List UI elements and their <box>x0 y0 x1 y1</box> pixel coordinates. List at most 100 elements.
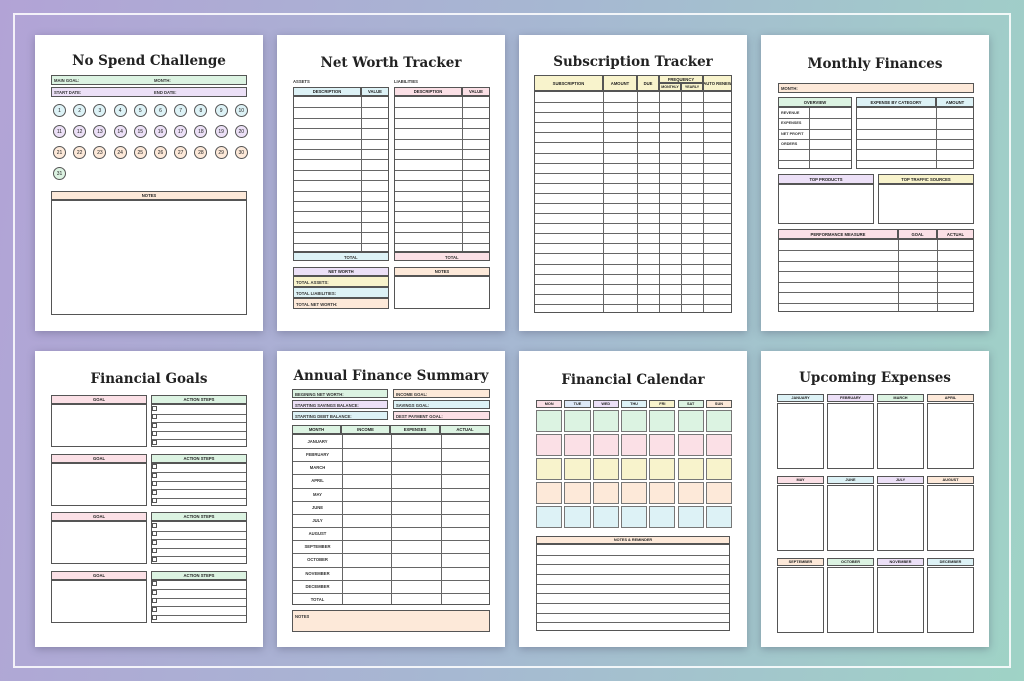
day-circle[interactable]: 1 <box>53 104 66 117</box>
action-step-checkbox[interactable] <box>152 539 157 545</box>
goal-area[interactable] <box>51 404 147 447</box>
notes-area[interactable]: NOTES <box>292 610 490 632</box>
calendar-day-cell[interactable] <box>705 506 733 528</box>
action-steps-list[interactable] <box>151 521 247 564</box>
action-steps-list[interactable] <box>151 462 247 506</box>
month-area[interactable] <box>777 485 824 551</box>
calendar-day-cell[interactable] <box>705 482 733 504</box>
overview-table[interactable]: REVENUE EXPENSES NET PROFIT ORDERS <box>778 107 852 169</box>
annual-table[interactable]: JANUARY FEBRUARY MARCH APRIL MAY JUNE JULY AUGU… <box>292 434 490 605</box>
day-circle[interactable]: 9 <box>214 104 228 117</box>
calendar-day-cell[interactable] <box>564 410 591 432</box>
day-circle[interactable]: 17 <box>174 125 188 138</box>
day-circle[interactable]: 30 <box>234 146 248 159</box>
assets-table[interactable] <box>293 96 389 252</box>
day-circle[interactable]: 31 <box>53 167 66 180</box>
action-step-checkbox[interactable] <box>152 464 157 469</box>
action-step-checkbox[interactable] <box>152 439 157 445</box>
calendar-day-cell[interactable] <box>620 410 648 432</box>
day-circle[interactable]: 26 <box>154 146 167 159</box>
action-step-checkbox[interactable] <box>152 556 157 562</box>
savings-goal-field[interactable]: SAVINGS GOAL: <box>393 400 490 409</box>
calendar-day-cell[interactable] <box>592 410 619 432</box>
day-circle[interactable]: 14 <box>113 125 127 138</box>
action-step-checkbox[interactable] <box>152 489 157 495</box>
calendar-day-cell[interactable] <box>649 410 676 432</box>
action-steps-list[interactable] <box>151 404 247 447</box>
day-circle[interactable]: 13 <box>93 125 107 138</box>
day-circle[interactable]: 20 <box>234 125 248 138</box>
calendar-day-cell[interactable] <box>536 410 563 432</box>
day-circle[interactable]: 28 <box>194 146 208 159</box>
action-step-checkbox[interactable] <box>152 498 157 504</box>
calendar-day-cell[interactable] <box>705 458 733 480</box>
day-circle[interactable]: 16 <box>154 125 167 138</box>
day-circle[interactable]: 2 <box>73 104 87 117</box>
notes-reminder-area[interactable] <box>536 544 730 631</box>
performance-table[interactable] <box>778 239 974 312</box>
expense-table[interactable] <box>856 107 974 169</box>
begining-net-worth-field[interactable]: BEGINING NET WORTH: <box>292 389 388 398</box>
day-circle[interactable]: 29 <box>214 146 228 159</box>
income-goal-field[interactable]: INCOME GOAL: <box>393 389 490 398</box>
calendar-day-cell[interactable] <box>620 458 648 480</box>
goal-area[interactable] <box>51 579 147 623</box>
calendar-day-cell[interactable] <box>536 482 563 504</box>
total-liabilities-row[interactable]: TOTAL LIABILITIES: <box>293 287 389 298</box>
liabilities-table[interactable] <box>394 96 490 252</box>
month-area[interactable] <box>777 567 824 633</box>
total-net-worth-row[interactable]: TOTAL NET WORTH: <box>293 298 389 309</box>
action-step-checkbox[interactable] <box>152 414 157 420</box>
calendar-day-cell[interactable] <box>536 506 563 528</box>
day-circle[interactable]: 11 <box>53 125 66 138</box>
action-step-checkbox[interactable] <box>152 581 157 586</box>
calendar-day-cell[interactable] <box>592 482 619 504</box>
notes-area[interactable] <box>394 276 490 309</box>
top-products-area[interactable] <box>778 184 874 224</box>
month-area[interactable] <box>927 485 974 551</box>
day-circle[interactable]: 15 <box>133 125 147 138</box>
day-circle[interactable]: 18 <box>194 125 208 138</box>
day-circle[interactable]: 3 <box>93 104 107 117</box>
action-step-checkbox[interactable] <box>152 531 157 537</box>
action-steps-list[interactable] <box>151 579 247 623</box>
goal-area[interactable] <box>51 521 147 564</box>
debt-goal-field[interactable]: DEST PAYMENT GOAL: <box>393 411 490 420</box>
action-step-checkbox[interactable] <box>152 405 157 411</box>
calendar-day-cell[interactable] <box>620 434 648 456</box>
action-step-checkbox[interactable] <box>152 431 157 437</box>
calendar-day-cell[interactable] <box>620 482 648 504</box>
calendar-day-cell[interactable] <box>592 434 619 456</box>
month-area[interactable] <box>877 403 924 469</box>
calendar-day-cell[interactable] <box>564 458 591 480</box>
action-step-checkbox[interactable] <box>152 598 157 604</box>
calendar-day-cell[interactable] <box>705 410 733 432</box>
action-step-checkbox[interactable] <box>152 548 157 554</box>
action-step-checkbox[interactable] <box>152 589 157 595</box>
month-area[interactable] <box>827 567 874 633</box>
day-circle[interactable]: 5 <box>133 104 147 117</box>
calendar-day-cell[interactable] <box>536 458 563 480</box>
day-circle[interactable]: 27 <box>174 146 188 159</box>
calendar-day-cell[interactable] <box>649 458 676 480</box>
calendar-day-cell[interactable] <box>564 506 591 528</box>
top-traffic-area[interactable] <box>878 184 974 224</box>
day-circle[interactable]: 4 <box>113 104 127 117</box>
total-assets-row[interactable]: TOTAL ASSETS: <box>293 276 389 287</box>
notes-area[interactable] <box>51 200 247 315</box>
starting-debt-field[interactable]: STARTING DEBT BALANCE: <box>292 411 388 420</box>
day-circle[interactable]: 12 <box>73 125 87 138</box>
calendar-day-cell[interactable] <box>649 506 676 528</box>
month-field[interactable]: MONTH: <box>778 83 974 93</box>
action-step-checkbox[interactable] <box>152 481 157 487</box>
calendar-day-cell[interactable] <box>677 458 704 480</box>
calendar-day-cell[interactable] <box>677 434 704 456</box>
month-area[interactable] <box>877 567 924 633</box>
calendar-day-cell[interactable] <box>677 506 704 528</box>
date-field[interactable]: START DATE: END DATE: <box>51 87 247 97</box>
subscription-table[interactable] <box>534 91 732 313</box>
day-circle[interactable]: 21 <box>53 146 66 159</box>
calendar-day-cell[interactable] <box>677 410 704 432</box>
starting-savings-field[interactable]: STARTING SAVINGS BALANCE: <box>292 400 388 409</box>
month-area[interactable] <box>777 403 824 469</box>
